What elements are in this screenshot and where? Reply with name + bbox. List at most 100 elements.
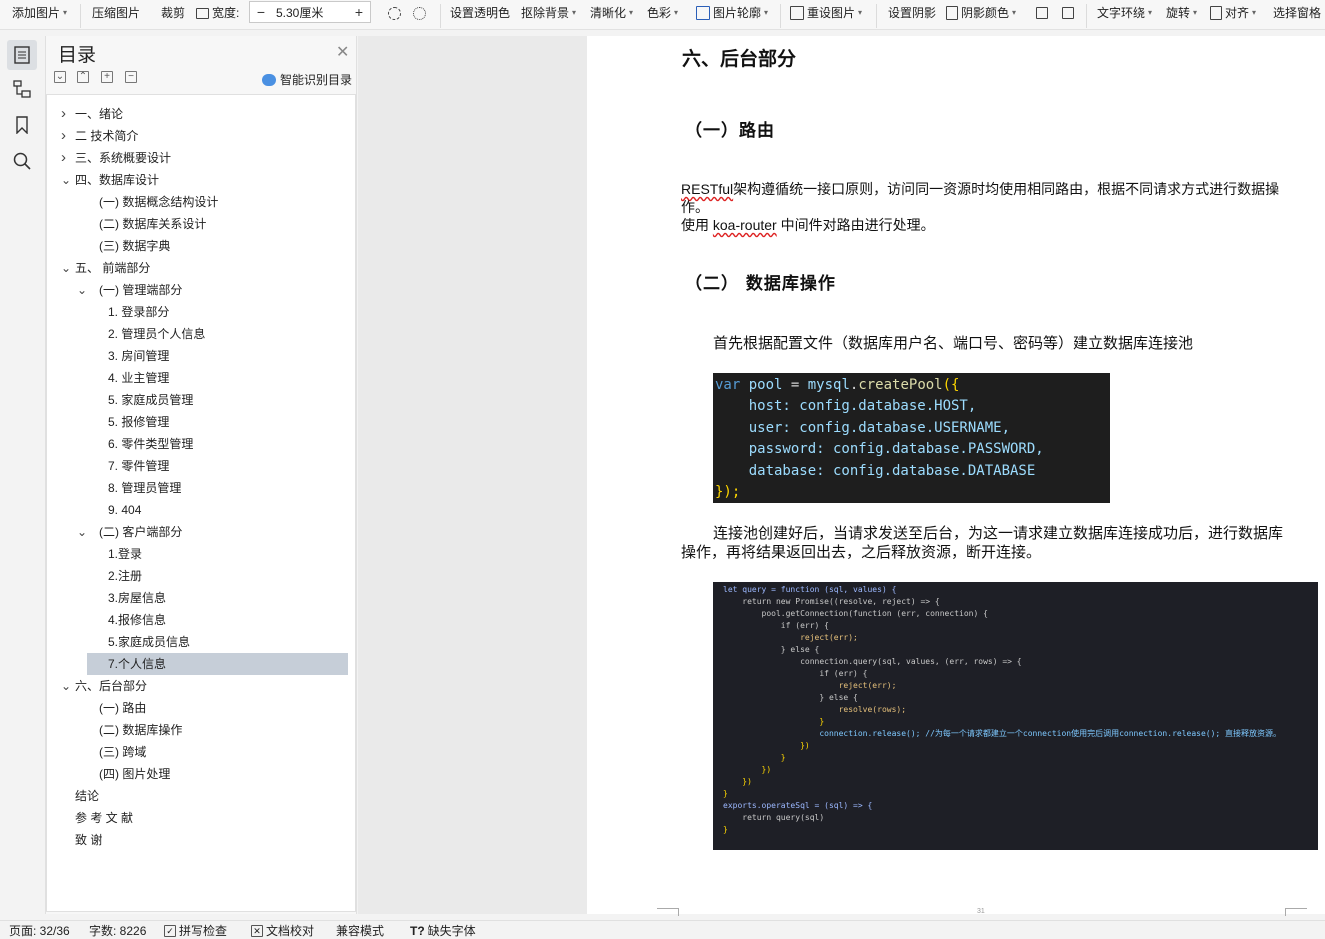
toc-item[interactable]: 4.报修信息 xyxy=(47,609,349,631)
rotate-button[interactable]: 旋转 ▾ xyxy=(1166,0,1197,26)
toc-item[interactable]: (一) 数据概念结构设计 xyxy=(47,191,349,213)
toc-item[interactable]: 3. 房间管理 xyxy=(47,345,349,367)
brightness-up-button[interactable] xyxy=(388,0,401,26)
reset-image-icon xyxy=(790,6,804,20)
chevron-down-icon[interactable]: ⌄ xyxy=(61,257,71,279)
toc-item[interactable]: 2. 管理员个人信息 xyxy=(47,323,349,345)
chevron-right-icon[interactable]: › xyxy=(61,147,66,169)
add-image-button[interactable]: 添加图片 ▾ xyxy=(12,0,67,26)
toc-item[interactable]: ⌄ 四、数据库设计 xyxy=(47,169,349,191)
code-line: if (err) { xyxy=(723,621,829,630)
code-line: resolve(rows); xyxy=(723,705,907,714)
collapse-all-icon[interactable]: ⌄ xyxy=(54,71,66,83)
toc-item[interactable]: 9. 404 xyxy=(47,499,349,521)
shadow-toggle-button[interactable] xyxy=(1062,0,1074,26)
chevron-down-icon: ▾ xyxy=(1193,8,1198,17)
toc-item[interactable]: › 三、系统概要设计 xyxy=(47,147,349,169)
toc-item[interactable]: 5. 报修管理 xyxy=(47,411,349,433)
toc-item[interactable]: (三) 跨域 xyxy=(47,741,349,763)
proofread-button[interactable]: ✕ 文档校对 xyxy=(251,922,314,939)
compat-mode-label[interactable]: 兼容模式 xyxy=(336,922,384,939)
toc-item[interactable]: ⌄ 六、后台部分 xyxy=(47,675,349,697)
toc-item[interactable]: 5.家庭成员信息 xyxy=(47,631,349,653)
crop-mark xyxy=(1285,908,1307,916)
width-input[interactable]: 5.30厘米 xyxy=(272,4,348,21)
toc-item-label: 5. 家庭成员管理 xyxy=(108,393,194,407)
toc-item[interactable]: (一) 路由 xyxy=(47,697,349,719)
document-outline-icon xyxy=(14,46,30,64)
toc-item[interactable]: › 二 技术简介 xyxy=(47,125,349,147)
toc-item[interactable]: 致 谢 xyxy=(47,829,349,851)
toc-item[interactable]: (二) 数据库操作 xyxy=(47,719,349,741)
toc-item[interactable]: 1.登录 xyxy=(47,543,349,565)
remove-background-button[interactable]: 抠除背景 ▾ xyxy=(521,0,576,26)
chevron-down-icon[interactable]: ⌄ xyxy=(77,279,87,301)
chevron-right-icon[interactable]: › xyxy=(61,125,66,147)
set-transparent-button[interactable]: 设置透明色 xyxy=(450,0,510,26)
close-icon[interactable]: ✕ xyxy=(336,42,349,62)
toc-item[interactable]: (三) 数据字典 xyxy=(47,235,349,257)
crop-button[interactable]: 裁剪 xyxy=(161,0,185,26)
chevron-right-icon[interactable]: › xyxy=(61,103,66,125)
word-count[interactable]: 字数: 8226 xyxy=(89,922,146,939)
toc-item[interactable]: 6. 零件类型管理 xyxy=(47,433,349,455)
missing-font-button[interactable]: T? 缺失字体 xyxy=(410,922,476,939)
chevron-down-icon[interactable]: ⌄ xyxy=(61,169,71,191)
selection-pane-button[interactable]: 选择窗格 xyxy=(1273,0,1321,26)
shadow-color-icon xyxy=(946,6,958,20)
page-indicator[interactable]: 页面: 32/36 xyxy=(9,922,70,939)
shadow-color-button[interactable]: 阴影颜色 ▾ xyxy=(946,0,1016,26)
compress-image-button[interactable]: 压缩图片 xyxy=(92,0,140,26)
toc-item[interactable]: 7. 零件管理 xyxy=(47,455,349,477)
toc-item-label: 7.个人信息 xyxy=(108,657,167,671)
text-wrap-button[interactable]: 文字环绕 ▾ xyxy=(1097,0,1152,26)
add-heading-icon[interactable]: + xyxy=(101,71,113,83)
toc-item[interactable]: 参 考 文 献 xyxy=(47,807,349,829)
paragraph-restful: RESTful架构遵循统一接口原则，访问同一资源时均使用相同路由，根据不同请求方… xyxy=(681,181,1280,215)
structure-rail-button[interactable] xyxy=(7,74,37,104)
code-line: exports.operateSql = (sql) => { xyxy=(723,801,873,810)
toc-item[interactable]: 结论 xyxy=(47,785,349,807)
set-shadow-button[interactable]: 设置阴影 xyxy=(888,0,936,26)
shadow-offset-button[interactable] xyxy=(1036,0,1048,26)
code-line: var pool = mysql.createPool({ xyxy=(715,377,960,393)
code-image-query[interactable]: let query = function (sql, values) { ret… xyxy=(713,582,1318,850)
toc-item-label: 二 技术简介 xyxy=(75,129,139,143)
toc-item[interactable]: 1. 登录部分 xyxy=(47,301,349,323)
document-page[interactable]: 六、后台部分 （一）路由 RESTful架构遵循统一接口原则，访问同一资源时均使… xyxy=(587,36,1325,916)
toc-rail-button[interactable] xyxy=(7,40,37,70)
bookmark-rail-button[interactable] xyxy=(7,110,37,140)
chevron-down-icon[interactable]: ⌄ xyxy=(61,675,71,697)
toc-item[interactable]: 4. 业主管理 xyxy=(47,367,349,389)
toc-item[interactable]: 7.个人信息 xyxy=(87,653,348,675)
color-button[interactable]: 色彩 ▾ xyxy=(647,0,678,26)
smart-toc-button[interactable]: 智能识别目录 xyxy=(262,71,352,88)
width-stepper[interactable]: − 5.30厘米 + xyxy=(249,1,371,23)
toc-item[interactable]: 2.注册 xyxy=(47,565,349,587)
brightness-down-button[interactable] xyxy=(413,0,426,26)
toc-item[interactable]: ⌄ (二) 客户端部分 xyxy=(47,521,349,543)
sharpen-button[interactable]: 清晰化 ▾ xyxy=(590,0,633,26)
spell-check-button[interactable]: ✓ 拼写检查 xyxy=(164,922,227,939)
toc-item[interactable]: 3.房屋信息 xyxy=(47,587,349,609)
chevron-down-icon[interactable]: ⌄ xyxy=(77,521,87,543)
increase-width-button[interactable]: + xyxy=(348,4,370,20)
toc-item[interactable]: (二) 数据库关系设计 xyxy=(47,213,349,235)
toc-item[interactable]: (四) 图片处理 xyxy=(47,763,349,785)
toc-item-label: 四、数据库设计 xyxy=(75,173,160,187)
image-outline-button[interactable]: 图片轮廓 ▾ xyxy=(696,0,768,26)
search-rail-button[interactable] xyxy=(7,146,37,176)
code-line: }); xyxy=(715,484,741,501)
toc-item[interactable]: 8. 管理员管理 xyxy=(47,477,349,499)
toc-item[interactable]: ⌄ 五、 前端部分 xyxy=(47,257,349,279)
expand-up-icon[interactable]: ⌃ xyxy=(77,71,89,83)
reset-image-button[interactable]: 重设图片 ▾ xyxy=(790,0,862,26)
remove-heading-icon[interactable]: − xyxy=(125,71,137,83)
heading-route: （一）路由 xyxy=(685,121,775,141)
code-image-pool[interactable]: var pool = mysql.createPool({ host: conf… xyxy=(713,373,1110,503)
align-button[interactable]: 对齐 ▾ xyxy=(1210,0,1256,26)
toc-item[interactable]: › 一、绪论 xyxy=(47,103,349,125)
toc-item[interactable]: 5. 家庭成员管理 xyxy=(47,389,349,411)
decrease-width-button[interactable]: − xyxy=(250,4,272,20)
toc-item[interactable]: ⌄ (一) 管理端部分 xyxy=(47,279,349,301)
